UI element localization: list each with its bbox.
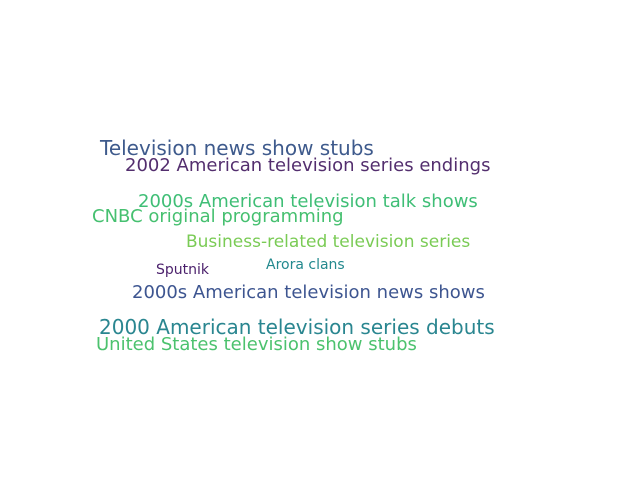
word-cnbc-original-programming: CNBC original programming (92, 206, 344, 227)
word-business-related-television-series: Business-related television series (186, 232, 471, 252)
word-2002-american-television-series-endings: 2002 American television series endings (125, 155, 491, 176)
word-united-states-television-show-stubs: United States television show stubs (96, 334, 417, 355)
word-cloud: Television news show stubs 2002 American… (0, 0, 640, 480)
word-arora-clans: Arora clans (266, 257, 345, 273)
word-2000s-american-television-news-shows: 2000s American television news shows (132, 282, 485, 303)
word-sputnik: Sputnik (156, 262, 210, 278)
